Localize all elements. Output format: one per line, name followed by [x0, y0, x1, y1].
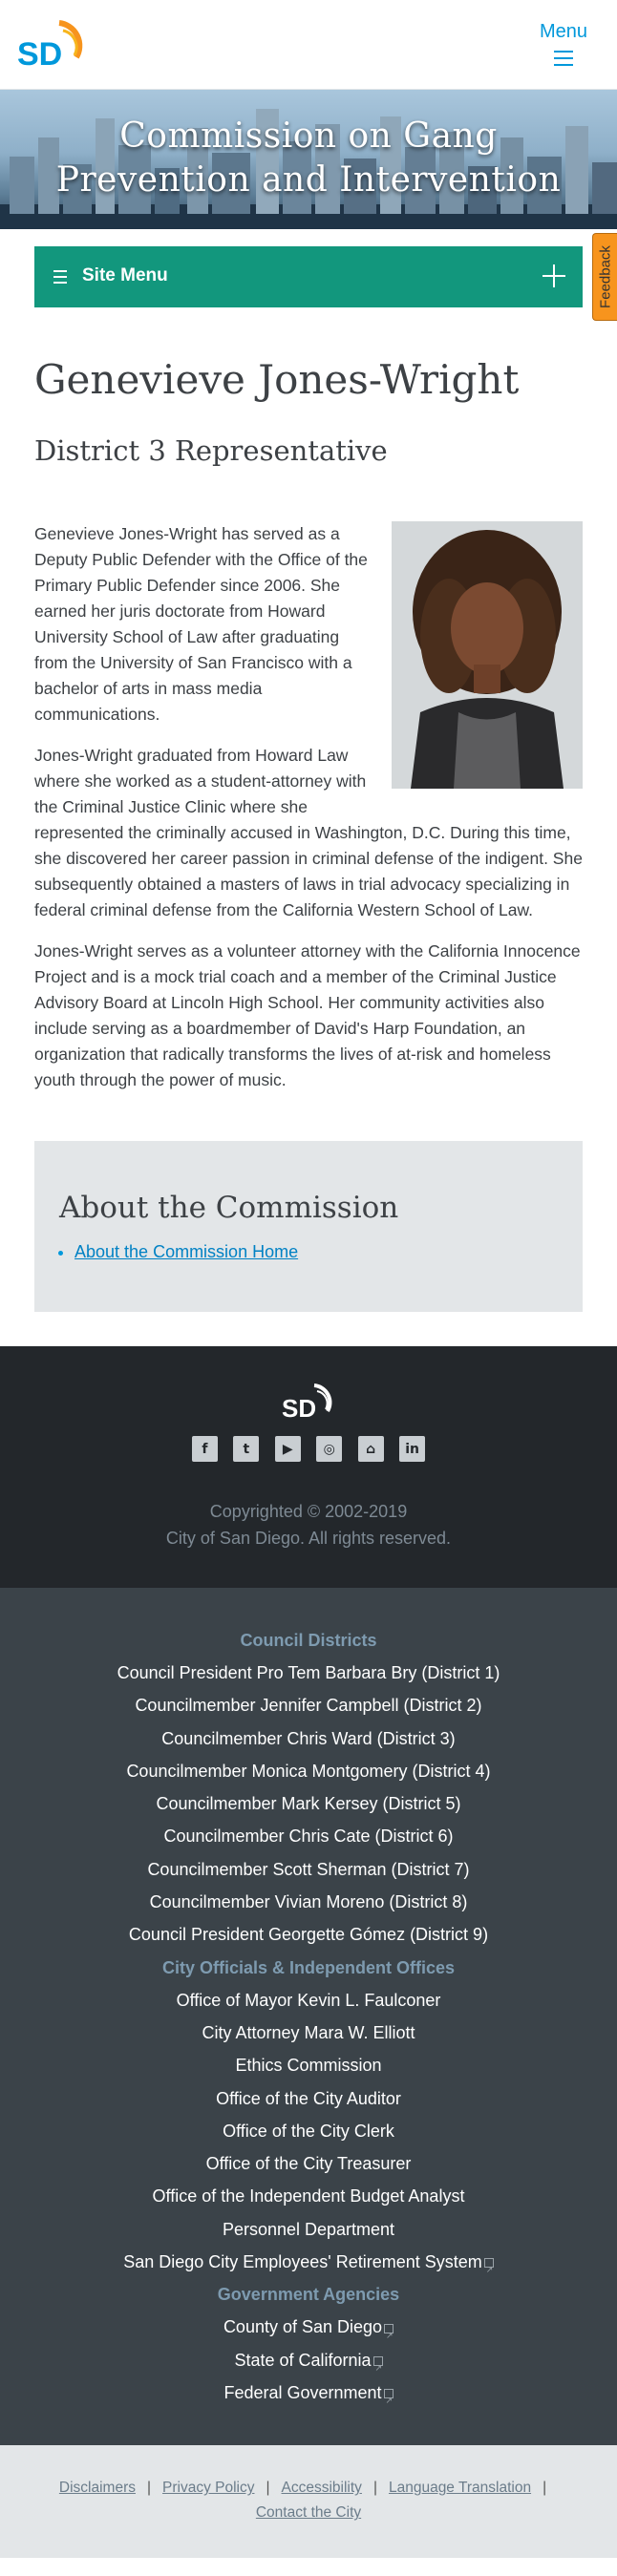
hero-banner: Commission on Gang Prevention and Interv…: [0, 90, 617, 229]
copyright: Copyrighted © 2002-2019 City of San Dieg…: [0, 1498, 617, 1552]
site-header: SD Menu: [0, 0, 617, 90]
main-content: Genevieve Jones-Wright District 3 Repres…: [0, 353, 617, 1109]
hamburger-icon: [554, 51, 573, 66]
official-link[interactable]: Personnel Department: [19, 2213, 598, 2246]
copyright-line: Copyrighted © 2002-2019: [209, 1502, 408, 1521]
menu-button[interactable]: Menu: [537, 21, 590, 71]
official-link[interactable]: Ethics Commission: [19, 2049, 598, 2081]
city-officials-heading: City Officials & Independent Offices: [161, 1957, 456, 1977]
external-link-icon: [384, 2319, 394, 2352]
agency-link-external[interactable]: County of San Diego: [19, 2311, 598, 2352]
hamburger-icon: [53, 270, 67, 287]
link-text: County of San Diego: [223, 2317, 383, 2337]
official-link[interactable]: Office of Mayor Kevin L. Faulconer: [19, 1984, 598, 2016]
council-link[interactable]: Councilmember Monica Montgomery (Distric…: [19, 1755, 598, 1787]
council-link[interactable]: Council President Georgette Gómez (Distr…: [19, 1918, 598, 1951]
page-banner-title: Commission on Gang Prevention and Interv…: [0, 115, 617, 202]
link-text: San Diego City Employees' Retirement Sys…: [123, 2252, 482, 2272]
site-menu-toggle[interactable]: Site Menu: [34, 246, 583, 307]
council-districts-heading: Council Districts: [240, 1631, 377, 1650]
footer-links: Council Districts Council President Pro …: [0, 1588, 617, 2446]
link-text: Federal Government: [223, 2382, 382, 2402]
separator: |: [543, 2480, 547, 2497]
council-link[interactable]: Councilmember Vivian Moreno (District 8): [19, 1886, 598, 1918]
about-commission-box: About the Commission About the Commissio…: [34, 1141, 583, 1312]
language-translation-link[interactable]: Language Translation: [389, 2480, 531, 2496]
twitter-icon[interactable]: t: [233, 1436, 260, 1462]
about-links-list: About the Commission Home: [59, 1242, 558, 1262]
site-menu-label: Site Menu: [82, 265, 168, 285]
official-link[interactable]: Office of the Independent Budget Analyst: [19, 2180, 598, 2212]
official-link[interactable]: Office of the City Auditor: [19, 2082, 598, 2115]
footer: SD f t ▶ ◎ ⌂ in Copyrighted © 2002-2019 …: [0, 1346, 617, 1588]
separator: |: [146, 2480, 152, 2497]
external-link-icon: [372, 2352, 383, 2384]
about-commission-home-link[interactable]: About the Commission Home: [74, 1242, 298, 1261]
banner-title-line2: Prevention and Intervention: [55, 160, 562, 200]
copyright-line: City of San Diego. All rights reserved.: [165, 1529, 452, 1548]
banner-title-line1: Commission on Gang: [119, 116, 498, 156]
separator: |: [266, 2480, 270, 2497]
council-link[interactable]: Councilmember Chris Ward (District 3): [19, 1722, 598, 1755]
disclaimers-link[interactable]: Disclaimers: [59, 2480, 136, 2496]
sd-logo[interactable]: SD: [17, 19, 86, 73]
nextdoor-icon[interactable]: ⌂: [357, 1436, 384, 1462]
accessibility-link[interactable]: Accessibility: [282, 2480, 362, 2496]
bio-paragraph: Jones-Wright serves as a volunteer attor…: [34, 941, 581, 1089]
plus-icon: [537, 259, 571, 293]
external-link-icon: [483, 2253, 494, 2287]
separator: |: [372, 2480, 377, 2497]
portrait-photo: [392, 521, 583, 789]
council-link[interactable]: Councilmember Scott Sherman (District 7): [19, 1853, 598, 1886]
external-link-icon: [383, 2384, 394, 2417]
feedback-label: Feedback: [597, 245, 613, 308]
council-link[interactable]: Councilmember Jennifer Campbell (Distric…: [19, 1689, 598, 1721]
menu-label: Menu: [539, 21, 588, 42]
linkedin-icon[interactable]: in: [399, 1436, 426, 1462]
list-item: About the Commission Home: [74, 1242, 558, 1262]
footer-sd-logo[interactable]: SD: [282, 1383, 335, 1423]
official-link[interactable]: Office of the City Treasurer: [19, 2147, 598, 2180]
svg-text:SD: SD: [17, 36, 62, 73]
official-link[interactable]: City Attorney Mara W. Elliott: [19, 2016, 598, 2049]
social-links: f t ▶ ◎ ⌂ in: [0, 1436, 617, 1462]
svg-text:SD: SD: [282, 1394, 316, 1423]
bio-section: Genevieve Jones-Wright has served as a D…: [34, 521, 583, 1109]
contact-city-link[interactable]: Contact the City: [256, 2504, 361, 2521]
page-title: Genevieve Jones-Wright: [34, 356, 520, 403]
agency-link-external[interactable]: State of California: [19, 2344, 598, 2384]
page-subtitle: District 3 Representative: [34, 434, 388, 467]
council-link[interactable]: Councilmember Chris Cate (District 6): [19, 1820, 598, 1852]
privacy-policy-link[interactable]: Privacy Policy: [162, 2480, 254, 2496]
government-agencies-heading: Government Agencies: [217, 2285, 400, 2305]
official-link-external[interactable]: San Diego City Employees' Retirement Sys…: [19, 2246, 598, 2287]
legal-links-bar: Disclaimers | Privacy Policy | Accessibility…: [0, 2445, 617, 2559]
about-heading: About the Commission: [59, 1191, 399, 1225]
agency-link-external[interactable]: Federal Government: [19, 2376, 598, 2417]
instagram-icon[interactable]: ◎: [316, 1436, 343, 1462]
council-link[interactable]: Councilmember Mark Kersey (District 5): [19, 1787, 598, 1820]
council-link[interactable]: Council President Pro Tem Barbara Bry (D…: [19, 1657, 598, 1689]
youtube-icon[interactable]: ▶: [274, 1436, 301, 1462]
facebook-icon[interactable]: f: [191, 1436, 218, 1462]
link-text: State of California: [234, 2350, 372, 2370]
official-link[interactable]: Office of the City Clerk: [19, 2115, 598, 2147]
feedback-tab[interactable]: Feedback: [592, 233, 617, 321]
